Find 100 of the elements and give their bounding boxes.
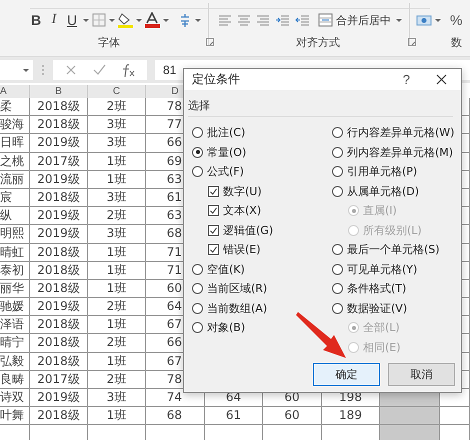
table-cell: 丽华 (0, 280, 30, 298)
option-label: 文本(X) (223, 203, 262, 218)
radio-button[interactable] (192, 283, 203, 294)
option-label: 所有级别(L) (363, 222, 422, 238)
align-left-icon[interactable] (218, 14, 232, 26)
bold-button[interactable]: B (28, 12, 44, 28)
option-label: 公式(F) (207, 164, 244, 180)
caret-icon[interactable] (135, 16, 143, 24)
table-cell: 叶舞 (0, 407, 30, 426)
option-label: 批注(C) (207, 125, 246, 140)
arrow-drawing (296, 310, 346, 358)
radio-button[interactable] (192, 146, 203, 158)
ok-button[interactable]: 确定 (313, 363, 380, 386)
table-cell: 2班 (88, 298, 146, 316)
table-cell: 2018级 (30, 352, 88, 371)
option-label: 全部(L) (363, 320, 400, 336)
radio-button[interactable] (332, 302, 343, 314)
radio-button[interactable] (332, 186, 343, 197)
function-icon[interactable] (122, 62, 135, 78)
phonetic-icon[interactable] (178, 12, 192, 28)
currency-icon[interactable] (416, 14, 432, 26)
table-cell: 明熙 (0, 225, 30, 244)
table-cell: 弘毅 (0, 352, 30, 371)
group-label: 数 (451, 34, 462, 50)
radio-button[interactable] (332, 127, 343, 138)
table-cell: 1班 (88, 170, 146, 189)
merge-button[interactable]: 合并后居中 (316, 12, 393, 28)
group-label: 字体 (98, 34, 120, 50)
table-cell: 3班 (88, 188, 146, 208)
column-header[interactable]: A (0, 85, 30, 98)
table-cell: 之桃 (0, 152, 30, 171)
table-cell: 2018级 (30, 116, 88, 134)
table-cell: 60 (263, 407, 322, 426)
merge-icon[interactable] (318, 13, 333, 27)
column-header[interactable]: B (30, 85, 88, 98)
caret-icon[interactable] (82, 16, 90, 24)
table-cell: 1班 (88, 152, 146, 171)
close-icon[interactable] (436, 74, 447, 85)
border-icon[interactable] (92, 13, 106, 27)
underline-button[interactable]: U (64, 12, 80, 28)
table-cell: 2019级 (30, 207, 88, 226)
fill-color-icon[interactable] (118, 12, 133, 28)
option-label: 从属单元格(D) (347, 184, 420, 199)
caret-icon[interactable] (434, 16, 442, 24)
dialog-launcher-icon[interactable] (206, 38, 214, 46)
caret-icon[interactable] (162, 16, 170, 24)
table-cell: 3班 (88, 116, 146, 134)
caret-icon[interactable] (395, 16, 403, 24)
option-label: 当前数组(A) (207, 300, 268, 316)
outdent-icon[interactable] (295, 14, 310, 26)
table-cell: 2018级 (30, 244, 88, 262)
align-center-icon[interactable] (237, 14, 251, 26)
option-label: 相同(E) (363, 340, 401, 355)
font-color-icon[interactable] (145, 12, 160, 28)
option-label: 逻辑值(G) (223, 222, 274, 238)
table-cell: 2017级 (30, 152, 88, 171)
dialog-title: 定位条件 (192, 71, 241, 88)
caret-icon[interactable] (108, 16, 116, 24)
table-cell: 3班 (88, 134, 146, 153)
option-label: 条件格式(T) (347, 281, 406, 296)
table-cell: 1班 (88, 316, 146, 334)
radio-button[interactable] (192, 127, 203, 138)
indent-icon[interactable] (275, 14, 290, 26)
table-cell: 2019级 (30, 134, 88, 153)
radio-button[interactable] (332, 264, 343, 275)
radio-button[interactable] (192, 264, 203, 275)
selected-cell (380, 407, 440, 426)
cancel-button[interactable]: 取消 (388, 363, 455, 386)
table-cell: 2019级 (30, 389, 88, 408)
table-cell: 诗双 (0, 389, 30, 408)
table-cell: 2018级 (30, 334, 88, 353)
option-label: 空值(K) (207, 262, 245, 277)
percent-button[interactable]: % (444, 12, 462, 28)
radio-button[interactable] (192, 302, 203, 314)
radio-button[interactable] (332, 283, 343, 294)
dialog-launcher-icon[interactable] (408, 38, 416, 46)
radio-button[interactable] (192, 322, 203, 334)
caret-icon[interactable] (194, 16, 202, 24)
option-label: 引用单元格(P) (347, 164, 418, 180)
table-cell: 2018级 (30, 316, 88, 334)
table-cell: 2018级 (30, 188, 88, 208)
grip-icon[interactable] (41, 64, 45, 76)
radio-button[interactable] (332, 146, 343, 158)
table-cell: 1班 (88, 407, 146, 426)
italic-button[interactable]: I (46, 12, 62, 28)
column-header[interactable]: C (88, 85, 146, 98)
option-label: 可见单元格(Y) (347, 262, 418, 277)
table-cell: 2019级 (30, 225, 88, 244)
table-cell: 3班 (88, 389, 146, 408)
radio-button[interactable] (332, 166, 343, 178)
table-cell: 2018级 (30, 280, 88, 298)
table-cell: 晴宁 (0, 334, 30, 353)
align-right-icon[interactable] (256, 14, 270, 26)
help-button[interactable]: ? (402, 72, 410, 87)
table-cell: 纵 (0, 207, 30, 226)
table-cell: 2班 (88, 98, 146, 116)
radio-button[interactable] (192, 166, 203, 178)
radio-button[interactable] (332, 244, 343, 256)
caret-icon[interactable] (22, 66, 30, 74)
table-cell: 宸 (0, 188, 30, 208)
